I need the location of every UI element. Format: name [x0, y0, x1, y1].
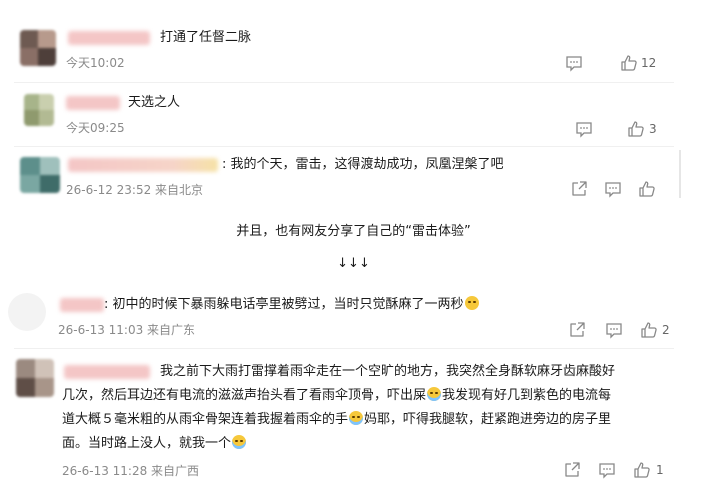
avatar[interactable] — [16, 359, 54, 397]
comment-fragment: 道大概５毫米粗的从雨伞骨架连着我握着雨伞的手 — [62, 412, 349, 427]
comment-text: 打通了任督二脉 — [160, 30, 252, 45]
like-count: 12 — [641, 56, 657, 70]
share-icon[interactable] — [563, 461, 581, 479]
username[interactable] — [64, 365, 150, 379]
like-count: 1 — [656, 463, 664, 477]
like-count: 3 — [649, 122, 657, 136]
avatar[interactable] — [24, 94, 54, 126]
comment-icon[interactable] — [604, 180, 622, 198]
comment-timestamp: 今天09:25 — [66, 121, 125, 135]
comment-text-line: 面。当时路上没人，就我一个 — [62, 435, 247, 453]
cry-emoji-icon — [232, 435, 247, 449]
comment-text-line: 我之前下大雨打雷撑着雨伞走在一个空旷的地方，我突然全身酥软麻牙齿麻酸好 — [160, 364, 616, 379]
comment-timestamp: 26-6-13 11:03 来自广东 — [58, 323, 196, 337]
username[interactable] — [68, 158, 218, 172]
avatar[interactable] — [8, 293, 46, 331]
comment-fragment: 面。当时路上没人，就我一个 — [62, 436, 232, 451]
comment-fragment: 几次，然后耳边还有电流的滋滋声抬头看了看雨伞顶骨，吓出屎 — [62, 388, 427, 403]
comment-fragment: 妈耶，吓得我腿软，赶紧跑进旁边的房子里 — [364, 412, 612, 427]
comment-body: 我的个天，雷击，这得渡劫成功，凤凰涅槃了吧 — [230, 157, 504, 172]
comment-text: 天选之人 — [128, 95, 181, 110]
share-icon[interactable] — [570, 180, 588, 198]
comment-timestamp: 今天10:02 — [66, 56, 125, 70]
like-icon[interactable] — [620, 54, 638, 72]
cry-emoji-icon — [427, 387, 442, 401]
comment-body: 初中的时候下暴雨躲电话亭里被劈过，当时只觉酥麻了一两秒 — [112, 297, 464, 312]
cry-emoji-icon — [349, 411, 364, 425]
comment-icon[interactable] — [598, 461, 616, 479]
comment-text-line: 几次，然后耳边还有电流的滋滋声抬头看了看雨伞顶骨，吓出屎 我发现有好几到紫色的电流… — [62, 387, 611, 405]
comment-timestamp: 26-6-13 11:28 来自广西 — [62, 464, 200, 478]
divider — [14, 82, 674, 83]
avatar[interactable] — [20, 30, 56, 66]
comment-icon[interactable] — [575, 120, 593, 138]
username[interactable] — [66, 96, 120, 110]
scrollbar[interactable] — [679, 150, 681, 198]
section-caption: 并且，也有网友分享了自己的“雷击体验” — [236, 224, 471, 239]
down-arrows: ↓↓↓ — [337, 256, 370, 271]
username[interactable] — [60, 298, 104, 312]
comment-feed: 打通了任督二脉 今天10:02 12 天选之人 今天09:25 3 : 我的个天… — [0, 0, 707, 493]
username[interactable] — [68, 31, 150, 45]
divider — [14, 348, 674, 349]
like-icon[interactable] — [638, 180, 656, 198]
share-icon[interactable] — [568, 321, 586, 339]
comment-text-line: 道大概５毫米粗的从雨伞骨架连着我握着雨伞的手 妈耶，吓得我腿软，赶紧跑进旁边的房子… — [62, 411, 611, 429]
comment-icon[interactable] — [565, 54, 583, 72]
comment-icon[interactable] — [605, 321, 623, 339]
comment-text: : 初中的时候下暴雨躲电话亭里被劈过，当时只觉酥麻了一两秒 — [104, 296, 480, 314]
like-icon[interactable] — [633, 461, 651, 479]
like-count: 2 — [662, 323, 670, 337]
comment-fragment: 我发现有好几到紫色的电流每 — [442, 388, 612, 403]
like-icon[interactable] — [627, 120, 645, 138]
comment-timestamp: 26-6-12 23:52 来自北京 — [66, 183, 204, 197]
avatar[interactable] — [20, 157, 60, 193]
like-icon[interactable] — [640, 321, 658, 339]
laugh-emoji-icon — [464, 296, 479, 310]
comment-text: : 我的个天，雷击，这得渡劫成功，凤凰涅槃了吧 — [222, 157, 504, 172]
divider — [14, 146, 674, 147]
